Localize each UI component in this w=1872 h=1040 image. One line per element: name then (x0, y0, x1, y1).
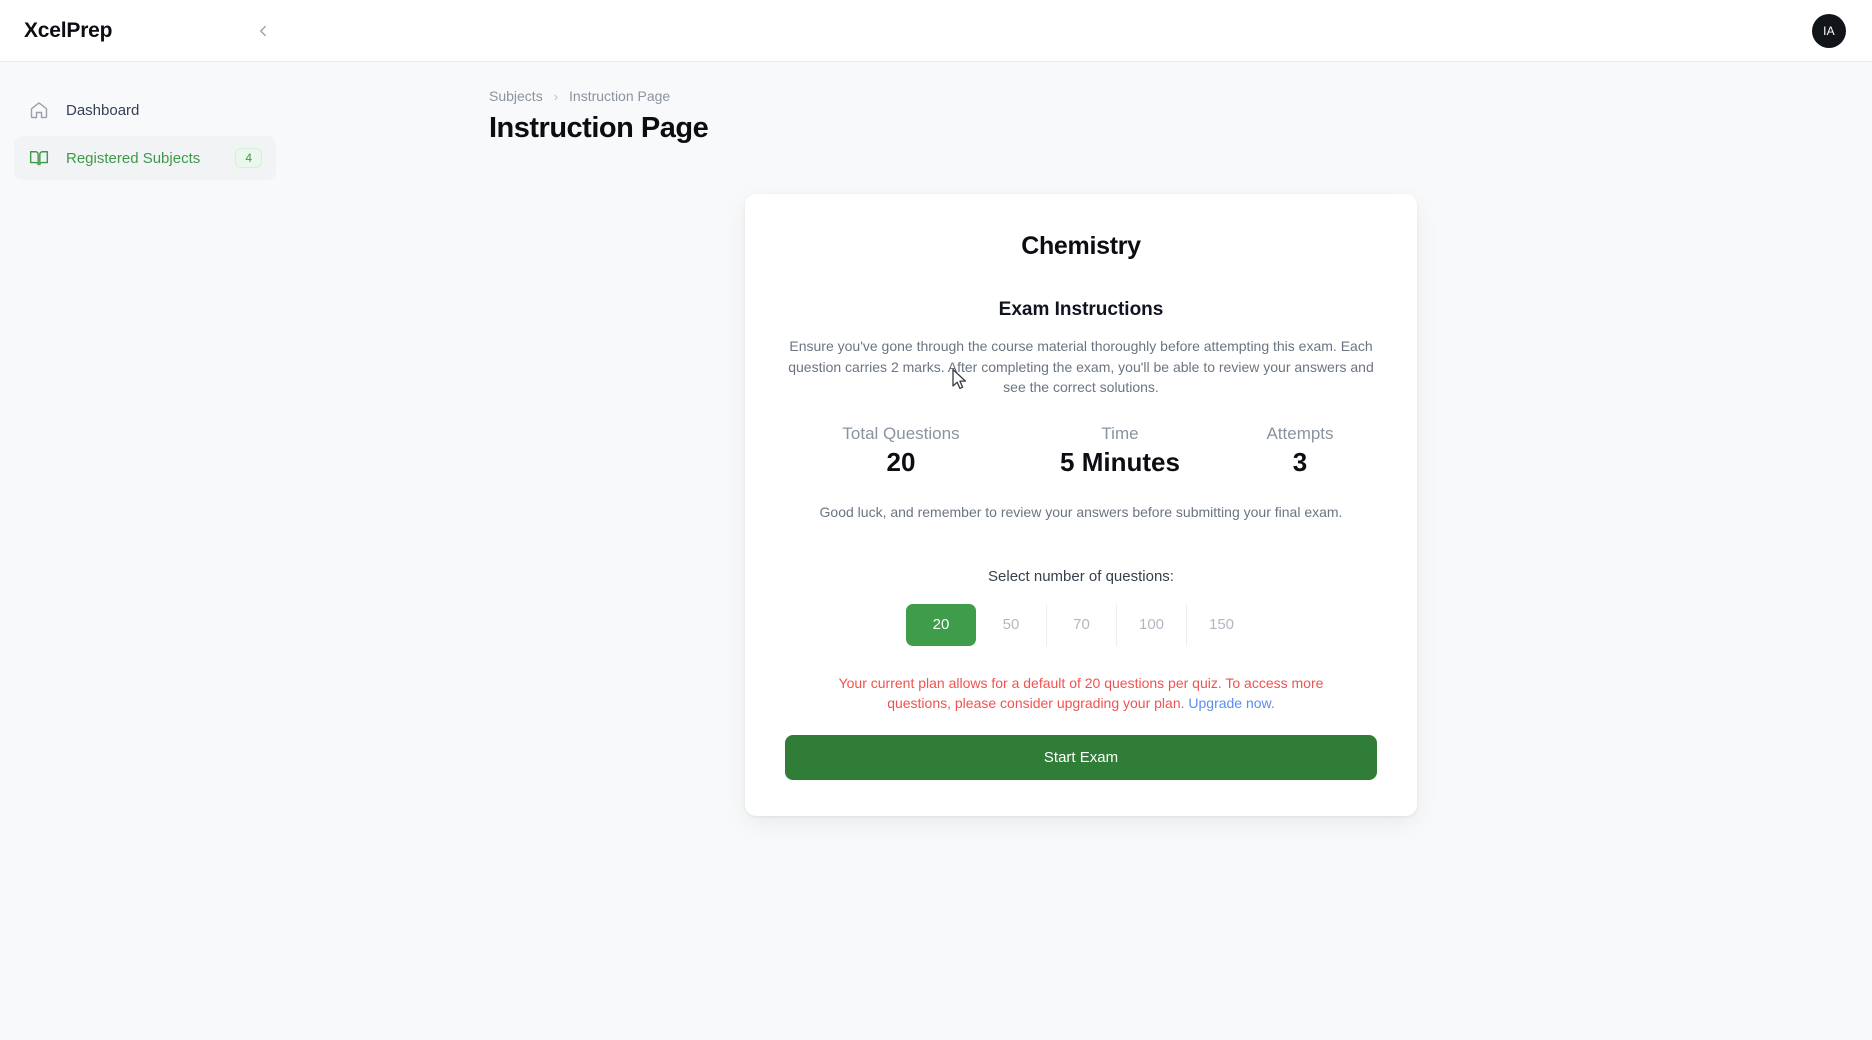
sidebar-item-badge: 4 (235, 148, 262, 168)
book-open-icon (28, 147, 50, 169)
question-count-option-50[interactable]: 50 (976, 603, 1046, 646)
page-title: Instruction Page (489, 112, 709, 144)
sidebar-item-registered-subjects[interactable]: Registered Subjects 4 (14, 136, 276, 180)
start-exam-button[interactable]: Start Exam (785, 734, 1377, 780)
question-count-option-70[interactable]: 70 (1046, 603, 1116, 646)
exam-instructions-heading: Exam Instructions (998, 299, 1164, 320)
good-luck-text: Good luck, and remember to review your a… (819, 503, 1343, 520)
stat-label: Total Questions (842, 423, 960, 443)
question-count-option-100[interactable]: 100 (1116, 603, 1186, 646)
sidebar: Dashboard Registered Subjects 4 (0, 62, 290, 1040)
stat-value: 20 (886, 446, 916, 477)
app-body: Dashboard Registered Subjects 4 Subjects… (0, 62, 1872, 1040)
stat-total-questions: Total Questions 20 (786, 424, 1016, 478)
stat-label: Time (1101, 423, 1139, 443)
breadcrumb-separator-icon: › (553, 88, 559, 104)
main-content: Subjects › Instruction Page Instruction … (290, 62, 1872, 1040)
breadcrumb: Subjects › Instruction Page (489, 88, 1872, 104)
breadcrumb-current: Instruction Page (569, 88, 671, 104)
breadcrumb-subjects[interactable]: Subjects (489, 88, 543, 104)
question-count-option-150[interactable]: 150 (1186, 603, 1256, 646)
select-questions-label: Select number of questions: (988, 567, 1174, 585)
avatar[interactable]: IA (1812, 13, 1846, 48)
stat-value: 3 (1292, 446, 1308, 477)
upgrade-now-link[interactable]: Upgrade now (1188, 695, 1271, 711)
stat-attempts: Attempts 3 (1224, 424, 1376, 478)
exam-instruction-card: Chemistry Exam Instructions Ensure you'v… (745, 194, 1417, 816)
brand-logo: XcelPrep (24, 18, 113, 42)
sidebar-item-dashboard[interactable]: Dashboard (14, 88, 276, 132)
sidebar-item-label: Dashboard (66, 101, 140, 119)
chevron-left-icon (254, 22, 272, 40)
question-count-selector: 20 50 70 100 150 (785, 603, 1377, 646)
stat-value: 5 Minutes (1060, 446, 1180, 477)
exam-instructions-text: Ensure you've gone through the course ma… (788, 338, 1374, 395)
sidebar-item-label: Registered Subjects (66, 149, 201, 167)
subject-title: Chemistry (1021, 232, 1141, 260)
home-icon (28, 99, 50, 121)
stat-label: Attempts (1266, 423, 1334, 443)
app-header: XcelPrep IA (0, 0, 1872, 62)
exam-stats: Total Questions 20 Time 5 Minutes Attemp… (785, 424, 1377, 478)
plan-limit-note: Your current plan allows for a default o… (811, 673, 1351, 713)
page-header: Subjects › Instruction Page Instruction … (290, 88, 1872, 145)
card-container: Chemistry Exam Instructions Ensure you'v… (290, 194, 1872, 816)
sidebar-collapse-button[interactable] (246, 14, 280, 48)
question-count-option-20[interactable]: 20 (906, 603, 976, 646)
plan-limit-text-end: . (1270, 694, 1275, 711)
stat-time: Time 5 Minutes (1016, 424, 1224, 478)
